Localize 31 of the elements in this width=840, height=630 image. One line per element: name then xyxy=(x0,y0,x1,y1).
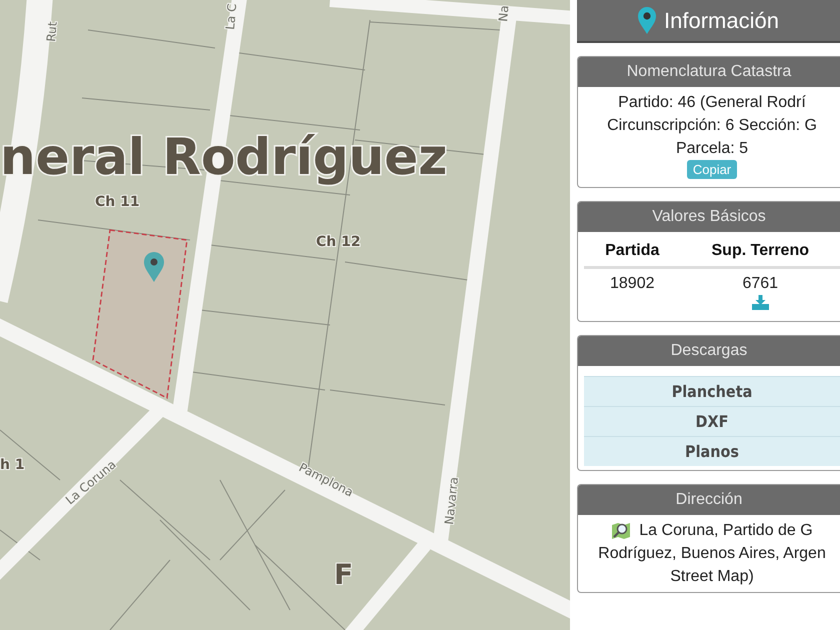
panel-title: Información xyxy=(664,8,779,34)
cadastral-text: Circunscripción: 6 Sección: G xyxy=(606,116,818,136)
download-icon[interactable] xyxy=(752,295,769,310)
block-label: h 1 xyxy=(0,457,25,473)
section-header: Descargas xyxy=(578,336,840,366)
map-magnifier-icon xyxy=(611,520,632,540)
street-label: Na xyxy=(496,4,512,22)
cadastral-text: Partido: 46 (General Rodrí xyxy=(617,93,807,113)
table-cell: 6761 xyxy=(680,268,840,295)
column-header: Partida xyxy=(584,236,680,268)
street-label: La C xyxy=(223,2,240,30)
town-label: neral Rodríguez xyxy=(0,128,448,186)
street-label: Navarra xyxy=(442,476,461,526)
column-header: Sup. Terreno xyxy=(680,236,840,268)
street-label: Rut xyxy=(44,21,60,42)
section-header: Valores Básicos xyxy=(578,202,840,232)
location-pin-icon xyxy=(638,6,656,34)
section-header: Nomenclatura Catastra xyxy=(578,57,840,87)
section-header: Dirección xyxy=(578,485,840,515)
download-link[interactable]: Planos xyxy=(584,436,840,466)
block-label: Ch 12 xyxy=(316,234,361,250)
address-text: Rodríguez, Buenos Aires, Argen xyxy=(597,544,827,564)
address-text: La Coruna, Partido de G xyxy=(639,521,813,541)
location-pin-icon xyxy=(144,252,164,282)
table-cell: 18902 xyxy=(584,268,680,295)
download-link[interactable]: Plancheta xyxy=(584,376,840,406)
sector-label: F xyxy=(334,558,354,591)
address-text: Street Map) xyxy=(669,567,755,587)
block-label: Ch 11 xyxy=(95,194,140,210)
cadastral-text: Parcela: 5 xyxy=(674,139,750,159)
download-link[interactable]: DXF xyxy=(584,406,840,436)
